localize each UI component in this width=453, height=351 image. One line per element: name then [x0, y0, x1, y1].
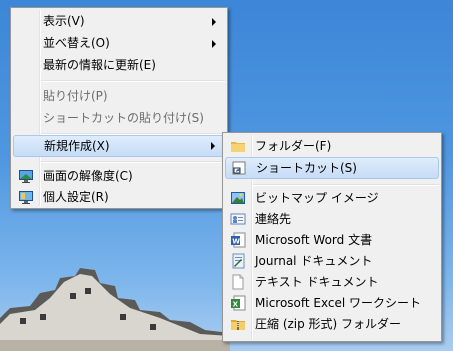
submenu-item-excel-worksheet[interactable]: X Microsoft Excel ワークシート — [225, 293, 439, 313]
submenu-item-journal-document[interactable]: Journal ドキュメント — [225, 251, 439, 271]
display-resolution-icon — [19, 170, 33, 183]
menu-item-label: Microsoft Excel ワークシート — [255, 296, 422, 310]
menu-item-personalize[interactable]: 個人設定(R) — [13, 187, 225, 207]
menu-separator — [41, 80, 225, 82]
menu-item-new[interactable]: 新規作成(X) — [13, 135, 225, 157]
menu-item-label: テキスト ドキュメント — [255, 275, 379, 289]
menu-item-label: 連絡先 — [255, 212, 292, 226]
menu-item-paste-shortcut[interactable]: ショートカットの貼り付け(S) — [13, 108, 225, 128]
submenu-item-shortcut[interactable]: ショートカット(S) — [225, 157, 439, 179]
text-document-icon — [232, 274, 244, 290]
menu-item-label: ショートカット(S) — [256, 161, 357, 175]
folder-icon — [231, 142, 245, 152]
menu-item-label: 個人設定(R) — [43, 190, 109, 204]
submenu-item-folder[interactable]: フォルダー(F) — [225, 136, 439, 156]
menu-item-label: 新規作成(X) — [44, 139, 110, 153]
svg-text:W: W — [232, 238, 240, 246]
new-submenu: フォルダー(F) ショートカット(S) ビットマップ イメージ 連絡先 W Mi… — [222, 132, 442, 342]
word-document-icon: W — [231, 232, 246, 248]
submenu-item-text-document[interactable]: テキスト ドキュメント — [225, 272, 439, 292]
menu-item-label: 表示(V) — [43, 14, 85, 28]
bitmap-image-icon — [231, 192, 245, 204]
shortcut-icon — [232, 161, 246, 175]
menu-item-screen-resolution[interactable]: 画面の解像度(C) — [13, 166, 225, 186]
contact-icon — [230, 213, 246, 225]
menu-item-paste[interactable]: 貼り付け(P) — [13, 86, 225, 106]
menu-item-label: 圧縮 (zip 形式) フォルダー — [255, 317, 402, 331]
menu-item-label: Microsoft Word 文書 — [255, 233, 373, 247]
menu-separator — [41, 161, 225, 163]
excel-worksheet-icon: X — [231, 295, 246, 311]
submenu-arrow-icon — [211, 142, 215, 150]
submenu-item-contact[interactable]: 連絡先 — [225, 209, 439, 229]
submenu-item-zip-folder[interactable]: 圧縮 (zip 形式) フォルダー — [225, 314, 439, 334]
castle-wallpaper-image — [0, 268, 230, 351]
svg-text:X: X — [233, 301, 239, 309]
zip-folder-icon — [231, 320, 245, 330]
menu-item-label: ビットマップ イメージ — [255, 191, 379, 205]
journal-document-icon — [232, 253, 245, 269]
menu-item-label: 貼り付け(P) — [43, 89, 108, 103]
menu-item-label: 画面の解像度(C) — [43, 169, 133, 183]
menu-item-view[interactable]: 表示(V) — [13, 11, 225, 31]
submenu-item-bitmap-image[interactable]: ビットマップ イメージ — [225, 188, 439, 208]
menu-item-sort-by[interactable]: 並べ替え(O) — [13, 33, 225, 53]
menu-item-label: フォルダー(F) — [255, 139, 332, 153]
menu-item-label: Journal ドキュメント — [255, 254, 373, 268]
submenu-arrow-icon — [212, 18, 216, 26]
submenu-item-word-document[interactable]: W Microsoft Word 文書 — [225, 230, 439, 250]
menu-item-refresh[interactable]: 最新の情報に更新(E) — [13, 55, 225, 75]
desktop-context-menu: 表示(V) 並べ替え(O) 最新の情報に更新(E) 貼り付け(P) ショートカッ… — [10, 7, 228, 209]
menu-item-label: ショートカットの貼り付け(S) — [43, 111, 204, 125]
menu-separator — [253, 184, 439, 186]
submenu-arrow-icon — [212, 40, 216, 48]
menu-item-label: 並べ替え(O) — [43, 36, 110, 50]
personalize-icon — [19, 191, 33, 204]
menu-item-label: 最新の情報に更新(E) — [43, 58, 156, 72]
